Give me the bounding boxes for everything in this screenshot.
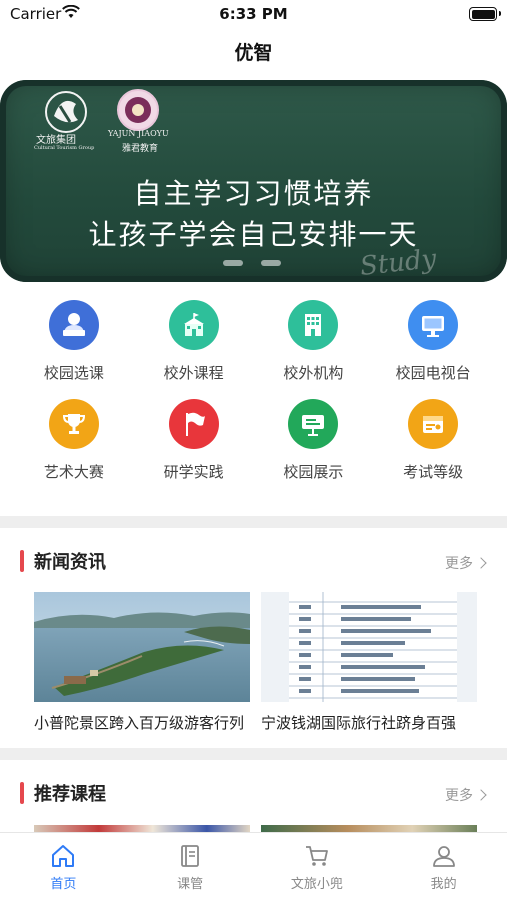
more-label: 更多	[445, 788, 473, 804]
office-building-icon	[288, 300, 339, 350]
grid-label: 校外机构	[283, 364, 344, 382]
grid-item-campus-showcase[interactable]: 校园展示	[263, 399, 363, 482]
student-desk-icon	[48, 300, 99, 350]
news-card[interactable]: 宁波钱湖国际旅行社跻身百强	[261, 592, 477, 733]
tab-label: 文旅小兜	[290, 877, 343, 892]
quick-access-grid: 校园选课 校外课程 校外机构 校园电视台 艺术大赛 研学实践 校园展示 考试等级	[0, 300, 507, 482]
grid-label: 校外课程	[163, 364, 224, 382]
grid-item-campus-tv[interactable]: 校园电视台	[383, 300, 483, 383]
grid-item-campus-course-selection[interactable]: 校园选课	[24, 300, 124, 383]
grid-label: 研学实践	[163, 463, 224, 481]
section-accent-bar	[20, 782, 24, 804]
news-caption: 宁波钱湖国际旅行社跻身百强	[261, 714, 457, 732]
section-divider	[0, 748, 507, 760]
school-building-icon	[168, 300, 219, 350]
news-more-link[interactable]: 更多	[445, 553, 487, 573]
status-bar: Carrier 6:33 PM	[0, 0, 507, 30]
carousel-indicator	[223, 260, 281, 266]
clock: 6:33 PM	[219, 5, 288, 23]
logo-right-caption: 雅君教育	[122, 144, 159, 154]
tab-culture-travel-cart[interactable]: 文旅小兜	[254, 833, 381, 900]
flag-icon	[168, 399, 219, 449]
grid-label: 校园电视台	[395, 364, 471, 382]
tab-course-management[interactable]: 课管	[127, 833, 254, 900]
courses-more-link[interactable]: 更多	[445, 785, 487, 805]
logo-right-top: YAJUN JIAOYU	[108, 129, 169, 138]
logo-left-subcaption: Cultural Tourism Group	[34, 145, 95, 151]
grid-row: 艺术大赛 研学实践 校园展示 考试等级	[0, 399, 507, 482]
section-title: 新闻资讯	[34, 552, 106, 573]
grid-label: 艺术大赛	[43, 463, 104, 481]
cart-icon	[305, 846, 328, 866]
home-icon	[52, 845, 75, 867]
chevron-right-icon	[475, 789, 487, 801]
chevron-right-icon	[475, 557, 487, 569]
certificate-icon	[408, 399, 459, 449]
presentation-board-icon	[288, 399, 339, 449]
carousel-dot[interactable]	[223, 260, 243, 266]
banner-headline-1: 自主学习习惯培养	[133, 177, 374, 210]
person-icon	[432, 846, 455, 867]
tab-profile[interactable]: 我的	[380, 833, 507, 900]
tab-label: 我的	[430, 877, 457, 892]
section-title: 推荐课程	[34, 784, 106, 805]
grid-row: 校园选课 校外课程 校外机构 校园电视台	[0, 300, 507, 383]
bottom-tab-bar: 首页 课管 文旅小兜 我的	[0, 832, 507, 900]
section-accent-bar	[20, 550, 24, 572]
news-caption: 小普陀景区跨入百万级游客行列	[34, 714, 245, 732]
courses-section-header: 推荐课程	[20, 780, 106, 806]
grid-item-extracurricular-courses[interactable]: 校外课程	[144, 300, 244, 383]
carousel-dot[interactable]	[261, 260, 281, 266]
news-section-header: 新闻资讯	[20, 548, 106, 574]
news-thumbnail-lake	[34, 592, 250, 702]
tab-label: 课管	[177, 877, 204, 892]
grid-item-study-practice[interactable]: 研学实践	[144, 399, 244, 482]
grid-label: 校园选课	[43, 364, 104, 382]
notebook-icon	[181, 845, 200, 867]
grid-item-art-competition[interactable]: 艺术大赛	[24, 399, 124, 482]
section-divider	[0, 516, 507, 528]
grid-label: 校园展示	[283, 463, 344, 481]
tab-home[interactable]: 首页	[0, 833, 127, 900]
tab-label: 首页	[50, 877, 77, 892]
banner-carousel[interactable]: 文旅集团 Cultural Tourism Group YAJUN JIAOYU…	[0, 80, 507, 282]
battery-icon	[469, 7, 501, 21]
news-card[interactable]: 小普陀景区跨入百万级游客行列	[34, 592, 250, 733]
monitor-icon	[408, 300, 459, 350]
news-thumbnail-document	[261, 592, 477, 702]
logo-left-caption: 文旅集团	[36, 135, 76, 146]
trophy-icon	[48, 399, 99, 449]
grid-item-external-institutions[interactable]: 校外机构	[263, 300, 363, 383]
grid-label: 考试等级	[403, 463, 464, 481]
grid-item-exam-levels[interactable]: 考试等级	[383, 399, 483, 482]
page-title: 优智	[234, 42, 273, 64]
more-label: 更多	[445, 556, 473, 572]
